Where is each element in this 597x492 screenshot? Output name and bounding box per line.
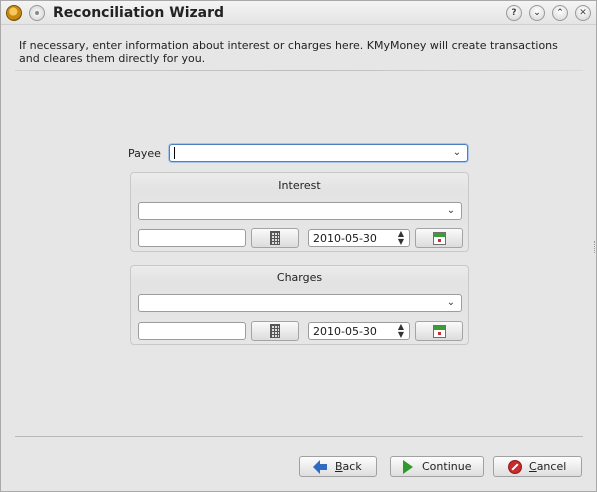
payee-combo[interactable]: ⌄	[169, 144, 468, 162]
close-button[interactable]: ✕	[575, 5, 591, 21]
charges-calendar-button[interactable]	[415, 321, 463, 341]
window-title: Reconciliation Wizard	[53, 5, 225, 21]
back-label-accel: B	[335, 460, 343, 473]
charges-group: Charges ⌄ 2010-05-30 ▲ ▼	[130, 265, 469, 345]
charges-calculator-button[interactable]	[251, 321, 299, 341]
interest-category-combo[interactable]: ⌄	[138, 202, 462, 220]
shade-button[interactable]: ⌄	[529, 5, 545, 21]
window-menu-icon[interactable]	[29, 5, 45, 21]
chevron-down-icon[interactable]: ⌄	[446, 296, 456, 310]
chevron-down-icon[interactable]: ⌄	[452, 146, 462, 160]
back-button[interactable]: Back	[299, 456, 377, 477]
interest-date-input[interactable]: 2010-05-30 ▲ ▼	[308, 229, 410, 247]
calculator-icon	[270, 324, 280, 338]
continue-button[interactable]: Continue	[390, 456, 484, 477]
resize-grip[interactable]	[594, 241, 596, 253]
help-button[interactable]: ?	[506, 5, 522, 21]
interest-calendar-button[interactable]	[415, 228, 463, 248]
charges-date-value: 2010-05-30	[313, 325, 377, 338]
interest-title: Interest	[278, 179, 321, 192]
wizard-instructions: If necessary, enter information about in…	[19, 39, 558, 65]
calendar-icon	[433, 325, 446, 338]
charges-amount-input[interactable]	[138, 322, 246, 340]
reconciliation-wizard-window: Reconciliation Wizard ? ⌄ ⌃ ✕ If necessa…	[0, 0, 597, 492]
calculator-icon	[270, 231, 280, 245]
interest-date-value: 2010-05-30	[313, 232, 377, 245]
cancel-button[interactable]: Cancel	[493, 456, 582, 477]
kmymoney-app-icon[interactable]	[6, 5, 22, 21]
charges-title: Charges	[276, 271, 323, 284]
titlebar: Reconciliation Wizard ? ⌄ ⌃ ✕	[1, 1, 596, 25]
spinner-icon[interactable]: ▲ ▼	[396, 230, 406, 246]
cancel-label-accel: C	[529, 460, 537, 473]
cancel-icon	[508, 460, 522, 474]
button-separator	[15, 436, 583, 437]
interest-group: Interest ⌄ 2010-05-30 ▲ ▼	[130, 172, 469, 252]
maximize-button[interactable]: ⌃	[552, 5, 568, 21]
cancel-label: Cancel	[529, 460, 566, 473]
charges-date-input[interactable]: 2010-05-30 ▲ ▼	[308, 322, 410, 340]
back-label-post: ack	[342, 460, 362, 473]
chevron-down-icon[interactable]: ⌄	[446, 204, 456, 218]
text-cursor	[174, 147, 175, 159]
interest-calculator-button[interactable]	[251, 228, 299, 248]
interest-amount-input[interactable]	[138, 229, 246, 247]
spinner-icon[interactable]: ▲ ▼	[396, 323, 406, 339]
arrow-right-icon	[403, 460, 413, 474]
back-label: Back	[335, 460, 362, 473]
charges-category-combo[interactable]: ⌄	[138, 294, 462, 312]
payee-label: Payee	[128, 147, 161, 160]
cancel-label-post: ancel	[536, 460, 567, 473]
calendar-icon	[433, 232, 446, 245]
continue-label: Continue	[422, 460, 472, 473]
header-separator	[15, 70, 583, 71]
